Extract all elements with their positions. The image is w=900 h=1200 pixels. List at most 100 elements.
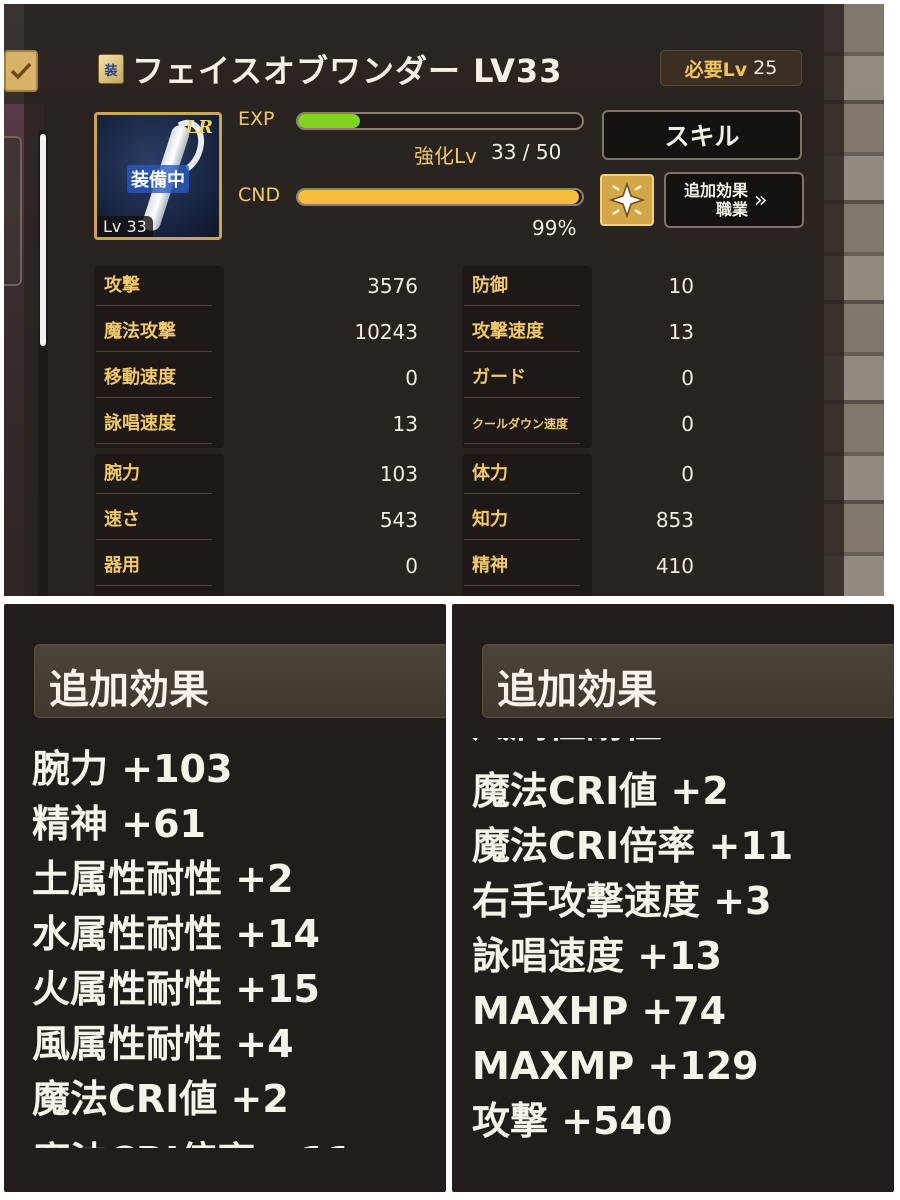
stat-label: 腕力 (96, 454, 212, 494)
stat-label: 知力 (464, 500, 580, 540)
stat-label: クールダウン速度 (464, 404, 580, 444)
stat-value: 0 (681, 462, 694, 486)
stat-value: 10243 (354, 320, 418, 344)
effect-line: 精神 +61 (32, 802, 206, 846)
stat-value: 103 (379, 462, 418, 486)
effect-line-cut-text: 風属性耐性 +4 (472, 738, 734, 752)
stat-row-guard: ガード 0 (464, 358, 694, 398)
effect-line: MAXMP +129 (472, 1044, 759, 1088)
stat-row-strength: 腕力 103 (96, 454, 418, 494)
skill-button[interactable]: スキル (602, 110, 802, 160)
stat-row-cast-speed: 詠唱速度 13 (96, 404, 418, 444)
stat-row-attack-speed: 攻撃速度 13 (464, 312, 694, 352)
effects-list[interactable]: 腕力 +103 精神 +61 土属性耐性 +2 水属性耐性 +14 火属性耐性 … (32, 742, 320, 1127)
stat-row-attack: 攻撃 3576 (96, 266, 418, 306)
stat-value: 543 (379, 508, 418, 532)
enhance-level-value: 33 / 50 (490, 140, 562, 164)
item-title-row: 装 フェイスオブワンダー LV33 (98, 46, 562, 92)
cnd-bar (296, 188, 584, 206)
stat-value: 410 (655, 554, 694, 578)
stat-label: 器用 (96, 546, 212, 586)
required-level-label: 必要Lv (684, 58, 748, 81)
additional-effects-title: 追加効果 (49, 667, 209, 713)
item-portrait[interactable]: LR 装備中 Lv 33 (94, 112, 222, 240)
checkbox[interactable] (4, 50, 38, 92)
effect-line: 土属性耐性 +2 (32, 857, 294, 901)
stat-label: ガード (464, 358, 580, 398)
stat-row-vitality: 体力 0 (464, 454, 694, 494)
stat-value: 0 (681, 412, 694, 436)
stat-label: 精神 (464, 546, 580, 586)
additional-effects-title: 追加効果 (497, 667, 657, 713)
double-chevron-right-icon: » (754, 187, 768, 213)
stat-label: 詠唱速度 (96, 404, 212, 444)
required-level-value: 25 (753, 57, 778, 79)
stat-row-move-speed: 移動速度 0 (96, 358, 418, 398)
exp-bar (296, 112, 584, 130)
effect-line: 魔法CRI値 +2 (472, 769, 729, 813)
side-tab[interactable] (4, 136, 22, 286)
stat-value: 13 (668, 320, 694, 344)
additional-effects-panel-right: 追加効果 風属性耐性 +4 魔法CRI値 +2 魔法CRI倍率 +11 右手攻撃… (452, 604, 894, 1192)
stat-row-speed: 速さ 543 (96, 500, 418, 540)
item-name: フェイスオブワンダー LV33 (132, 52, 563, 90)
equipment-category-icon: 装 (98, 54, 124, 84)
effect-line: 魔法CRI値 +2 (32, 1077, 289, 1121)
sparkle-effect-button[interactable] (600, 174, 654, 226)
enhance-level: 強化Lv 33 / 50 (414, 140, 561, 169)
effect-line: 詠唱速度 +13 (472, 934, 722, 978)
stat-row-defense: 防御 10 (464, 266, 694, 306)
effect-line: 風属性耐性 +4 (32, 1022, 294, 1066)
additional-effects-header: 追加効果 (34, 644, 446, 718)
stat-label: 体力 (464, 454, 580, 494)
exp-label: EXP (238, 108, 275, 130)
effect-line-cut-off: 風属性耐性 +4 (472, 738, 734, 752)
stat-value: 3576 (367, 274, 418, 298)
stat-value: 853 (655, 508, 694, 532)
effect-job-line1: 追加効果 (684, 181, 749, 200)
equipment-category-glyph: 装 (104, 63, 118, 79)
stat-label: 攻撃 (96, 266, 212, 306)
effect-line: MAXHP +74 (472, 989, 727, 1033)
effect-line: 水属性耐性 +14 (32, 912, 320, 956)
effect-line-cut-off: 魔法CRI倍率 +11 (32, 1134, 353, 1148)
stat-row-dexterity: 器用 0 (96, 546, 418, 586)
effect-line-cut-text: 魔法CRI倍率 +11 (32, 1134, 353, 1148)
checkmark-icon (10, 62, 32, 80)
effect-line: 魔法CRI倍率 +11 (472, 824, 794, 868)
sparkle-icon (608, 181, 646, 219)
stat-row-magic-attack: 魔法攻撃 10243 (96, 312, 418, 352)
effect-job-labels: 追加効果 職業 (684, 181, 748, 219)
additional-effects-header: 追加効果 (482, 644, 894, 718)
effect-line: 腕力 +103 (32, 747, 233, 791)
stat-value: 10 (668, 274, 694, 298)
equipped-badge: 装備中 (127, 165, 189, 193)
stat-label: 防御 (464, 266, 580, 306)
stat-row-cooldown-speed: クールダウン速度 0 (464, 404, 694, 444)
stat-value: 13 (392, 412, 418, 436)
stat-label: 速さ (96, 500, 212, 540)
cnd-bar-fill (298, 190, 580, 204)
stat-label: 攻撃速度 (464, 312, 580, 352)
required-level-badge: 必要Lv 25 (660, 50, 802, 86)
portrait-level: Lv 33 (97, 216, 153, 237)
stat-value: 0 (405, 554, 418, 578)
stat-value: 0 (681, 366, 694, 390)
effect-job-line2: 職業 (716, 200, 749, 219)
cnd-percent: 99% (532, 216, 577, 240)
additional-effect-job-button[interactable]: 追加効果 職業 » (664, 172, 804, 228)
stat-row-spirit: 精神 410 (464, 546, 694, 586)
stat-label: 魔法攻撃 (96, 312, 212, 352)
effects-list[interactable]: 魔法CRI値 +2 魔法CRI倍率 +11 右手攻撃速度 +3 詠唱速度 +13… (472, 764, 793, 1149)
scrollbar-thumb[interactable] (40, 134, 46, 346)
enhance-level-label: 強化Lv (414, 144, 477, 168)
additional-effects-panel-left: 追加効果 腕力 +103 精神 +61 土属性耐性 +2 水属性耐性 +14 火… (4, 604, 446, 1192)
stat-row-intelligence: 知力 853 (464, 500, 694, 540)
effect-line: 攻撃 +540 (472, 1099, 673, 1143)
cnd-label: CND (238, 184, 281, 206)
stat-label: 移動速度 (96, 358, 212, 398)
stat-value: 0 (405, 366, 418, 390)
effect-line: 火属性耐性 +15 (32, 967, 320, 1011)
equipment-detail-panel: 装 フェイスオブワンダー LV33 必要Lv 25 LR 装備中 Lv 33 E… (4, 4, 884, 596)
effect-line: 右手攻撃速度 +3 (472, 879, 772, 923)
